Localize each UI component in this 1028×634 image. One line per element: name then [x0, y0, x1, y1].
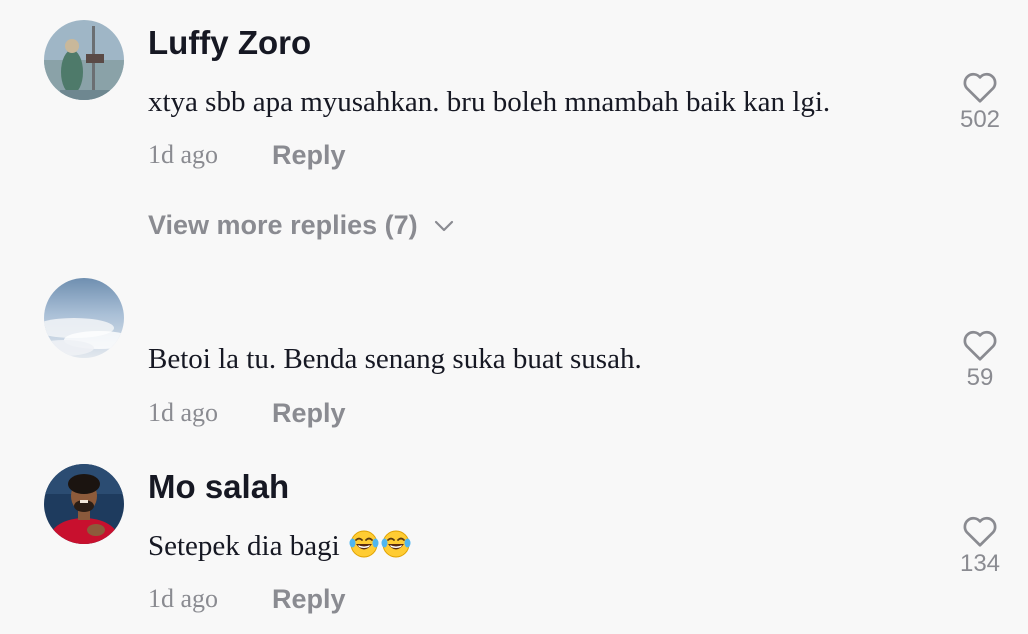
- avatar-image: [44, 278, 124, 358]
- reply-button[interactable]: Reply: [272, 140, 346, 171]
- reply-button[interactable]: Reply: [272, 398, 346, 429]
- comment-username[interactable]: Mo salah: [148, 468, 289, 506]
- like-button[interactable]: 59: [940, 328, 1020, 392]
- avatar[interactable]: [44, 20, 124, 100]
- like-count: 59: [966, 364, 994, 391]
- view-more-replies-button[interactable]: View more replies (7): [148, 210, 454, 241]
- comment-text: Setepek dia bagi: [148, 529, 413, 567]
- like-button[interactable]: 134: [940, 514, 1020, 578]
- avatar-image: [44, 20, 124, 100]
- avatar-image: [44, 464, 124, 544]
- avatar[interactable]: [44, 464, 124, 544]
- heart-outline-icon: [963, 330, 997, 361]
- heart-outline-icon: [963, 72, 997, 103]
- chevron-down-icon: [434, 220, 453, 231]
- comment-text-body: Setepek dia bagi: [148, 530, 340, 562]
- comment-text: Betoi la tu. Benda senang suka buat susa…: [148, 343, 642, 375]
- like-count: 502: [959, 106, 1001, 133]
- like-count: 134: [959, 550, 1001, 577]
- like-button[interactable]: 502: [940, 70, 1020, 134]
- laughing-tears-emoji-pair: [349, 529, 413, 567]
- comment-text: xtya sbb apa myusahkan. bru boleh mnamba…: [148, 86, 831, 118]
- view-more-replies-label: View more replies (7): [148, 210, 418, 240]
- comment-timestamp: 1d ago: [148, 584, 219, 613]
- comment-timestamp: 1d ago: [148, 140, 219, 169]
- reply-button[interactable]: Reply: [272, 584, 346, 615]
- comment-username[interactable]: Luffy Zoro: [148, 24, 311, 62]
- comment-timestamp: 1d ago: [148, 398, 219, 427]
- heart-outline-icon: [963, 516, 997, 547]
- avatar[interactable]: [44, 278, 124, 358]
- laughing-tears-icon: [349, 530, 411, 558]
